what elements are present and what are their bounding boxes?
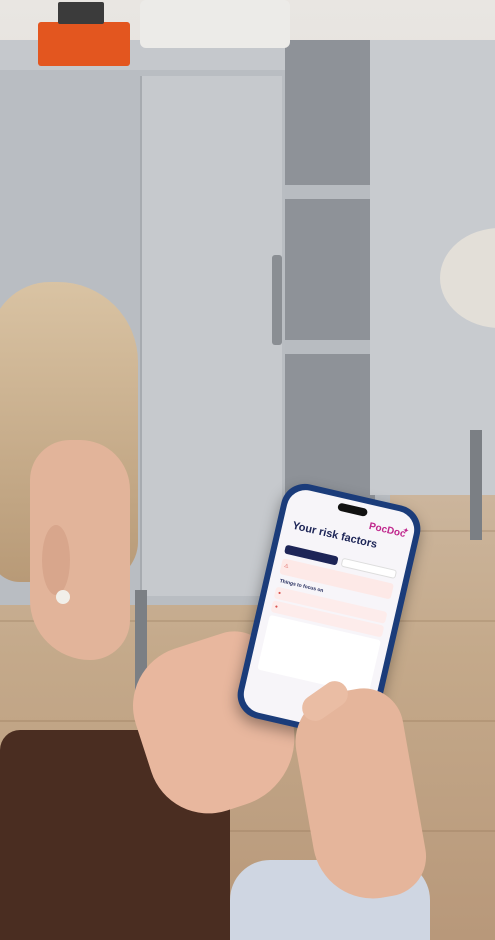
- page-title: Your risk factors: [291, 519, 379, 551]
- earring: [56, 590, 70, 604]
- phone-notch: [337, 502, 369, 517]
- sparkle-icon: ✦: [401, 525, 411, 536]
- ear: [42, 525, 70, 595]
- shelf: [285, 185, 375, 199]
- white-bowl: [140, 0, 290, 48]
- shelf: [285, 340, 375, 354]
- cabinet-shelving: [285, 40, 375, 510]
- photo-scene: PocDoc ✦ Your risk factors ⚠ Things to f…: [0, 0, 495, 940]
- cabinet-door: [140, 76, 282, 596]
- cabinet-handle: [272, 255, 282, 345]
- orange-box: [38, 22, 130, 66]
- cabinet-leg: [470, 430, 482, 540]
- alert-circle-icon: ●: [274, 603, 279, 611]
- alert-circle-icon: ●: [277, 590, 282, 597]
- warning-icon: ⚠: [283, 562, 290, 570]
- dark-vase: [58, 2, 104, 24]
